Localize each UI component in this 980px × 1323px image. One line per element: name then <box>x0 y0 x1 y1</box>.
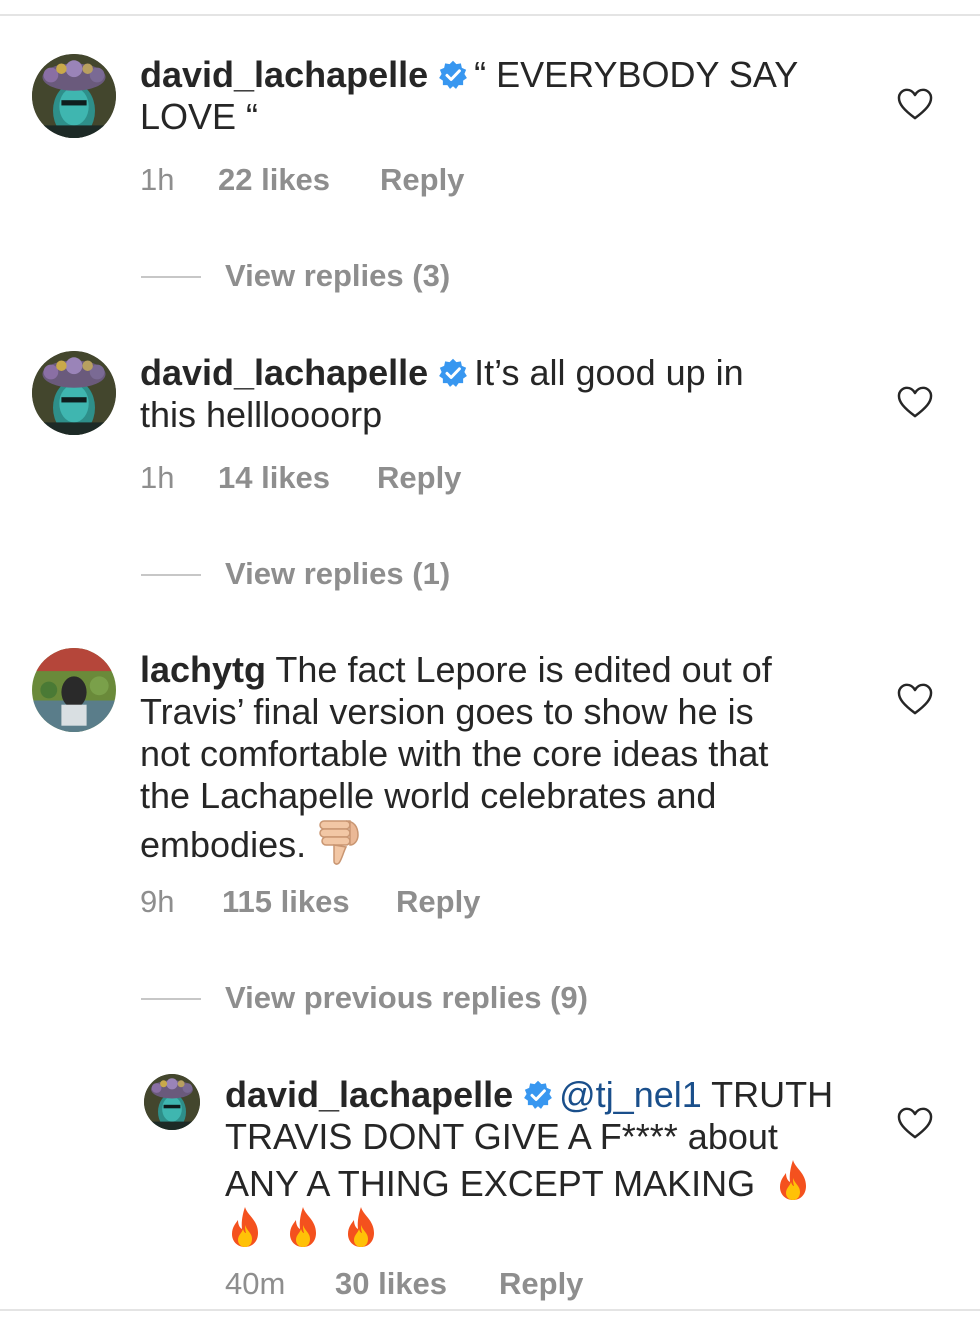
like-heart-icon[interactable] <box>896 385 934 419</box>
timestamp: 1h <box>140 460 175 495</box>
view-replies-button[interactable]: View replies (1) <box>141 556 451 592</box>
username-link[interactable]: david_lachapelle <box>140 54 428 95</box>
fire-icon <box>283 1205 323 1249</box>
comment-body-line1: It’s all good up in <box>474 352 744 393</box>
like-heart-icon[interactable] <box>896 87 934 121</box>
likes-count[interactable]: 30 likes <box>335 1266 447 1302</box>
bottom-divider <box>0 1309 980 1311</box>
timestamp: 40m <box>225 1266 286 1301</box>
like-heart-icon[interactable] <box>896 682 934 716</box>
view-replies-button[interactable]: View replies (3) <box>141 258 451 294</box>
reply-button[interactable]: Reply <box>396 884 480 920</box>
avatar[interactable] <box>32 648 116 732</box>
verified-badge-icon <box>438 60 468 90</box>
view-replies-label: View replies (3) <box>225 258 451 293</box>
comment-body-line1: The fact Lepore is edited out of <box>275 649 772 690</box>
comment-text: david_lachapelle It’s all good up in this… <box>140 352 840 436</box>
reply-button[interactable]: Reply <box>377 460 461 496</box>
top-divider <box>0 14 980 16</box>
view-replies-label: View previous replies (9) <box>225 980 588 1015</box>
comment-body-line3: ANY A THING EXCEPT MAKING <box>225 1163 756 1204</box>
likes-count[interactable]: 115 likes <box>222 884 350 920</box>
likes-count[interactable]: 14 likes <box>218 460 330 496</box>
comment-body-line1: TRUTH <box>711 1074 834 1115</box>
timestamp: 9h <box>140 884 175 919</box>
comment-text: david_lachapelle @tj_nel1 TRUTH TRAVIS DO… <box>225 1074 885 1252</box>
reply-button[interactable]: Reply <box>380 162 464 198</box>
comment-body-line2: TRAVIS DONT GIVE A F**** about <box>225 1116 778 1157</box>
username-link[interactable]: david_lachapelle <box>225 1074 513 1115</box>
avatar[interactable] <box>32 54 116 138</box>
view-replies-label: View replies (1) <box>225 556 451 591</box>
verified-badge-icon <box>438 358 468 388</box>
comment-body-line1: “ EVERYBODY SAY <box>474 54 799 95</box>
comment-body-line2: LOVE “ <box>140 96 259 137</box>
comment-text: lachytg The fact Lepore is edited out of… <box>140 649 870 867</box>
likes-count[interactable]: 22 likes <box>218 162 330 198</box>
comment-body-line5: embodies. <box>140 824 307 865</box>
mention-link[interactable]: @tj_nel1 <box>559 1074 702 1115</box>
username-link[interactable]: lachytg <box>140 649 266 690</box>
comment-text: david_lachapelle “ EVERYBODY SAY LOVE “ <box>140 54 840 138</box>
divider-line <box>141 574 201 576</box>
divider-line <box>141 998 201 1000</box>
comment-body-line4: the Lachapelle world celebrates and <box>140 775 717 816</box>
reply-button[interactable]: Reply <box>499 1266 583 1302</box>
comment-body-line3: not comfortable with the core ideas that <box>140 733 769 774</box>
verified-badge-icon <box>523 1080 553 1110</box>
comment-body-line2: this hellloooorp <box>140 394 383 435</box>
username-link[interactable]: david_lachapelle <box>140 352 428 393</box>
thumbs-down-icon <box>316 817 362 867</box>
avatar[interactable] <box>32 351 116 435</box>
comment-body-line2: Travis’ final version goes to show he is <box>140 691 754 732</box>
timestamp: 1h <box>140 162 175 197</box>
avatar[interactable] <box>144 1074 200 1130</box>
like-heart-icon[interactable] <box>896 1106 934 1140</box>
fire-icon <box>773 1158 813 1202</box>
divider-line <box>141 276 201 278</box>
view-previous-replies-button[interactable]: View previous replies (9) <box>141 980 588 1016</box>
fire-icon <box>225 1205 265 1249</box>
fire-icon <box>341 1205 381 1249</box>
